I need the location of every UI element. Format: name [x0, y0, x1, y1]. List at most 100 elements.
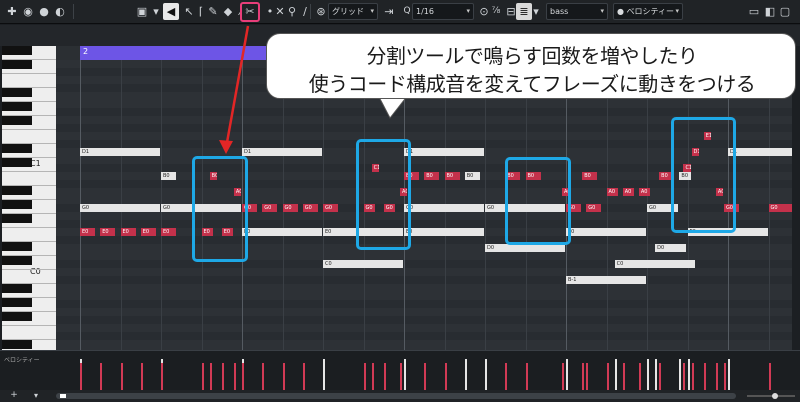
midi-note[interactable]: E0 [161, 228, 177, 236]
velocity-bar[interactable] [566, 359, 568, 391]
velocity-bar[interactable] [161, 363, 163, 391]
velocity-bar[interactable] [525, 363, 528, 391]
midi-note[interactable]: B0 [444, 172, 460, 180]
velocity-bar[interactable] [221, 363, 224, 391]
black-key[interactable] [2, 102, 32, 111]
velocity-bar[interactable] [561, 363, 564, 391]
midi-note[interactable]: G0 [768, 204, 792, 212]
midi-note[interactable]: E0 [100, 228, 116, 236]
velocity-bar[interactable] [100, 363, 103, 391]
velocity-bar[interactable] [383, 363, 386, 391]
black-key[interactable] [2, 200, 32, 209]
black-key[interactable] [2, 186, 32, 195]
horizontal-scrollbar[interactable] [56, 393, 736, 399]
black-key[interactable] [2, 284, 32, 293]
velocity-bar[interactable] [638, 363, 641, 391]
midi-note[interactable]: G0 [586, 204, 602, 212]
velocity-bar[interactable] [302, 363, 305, 391]
midi-note[interactable]: B0 [424, 172, 440, 180]
velocity-bar[interactable] [399, 363, 402, 391]
velocity-bar[interactable] [323, 359, 325, 391]
velocity-bar[interactable] [586, 363, 589, 391]
velocity-bar[interactable] [424, 363, 427, 391]
velocity-bar[interactable] [505, 363, 508, 391]
midi-note[interactable]: E0 [404, 228, 484, 236]
velocity-bar[interactable] [679, 359, 682, 391]
midi-note[interactable]: B0 [582, 172, 598, 180]
velocity-bar[interactable] [659, 363, 662, 391]
info-line-icon[interactable]: ▭ [746, 3, 762, 20]
velocity-bar[interactable] [242, 363, 244, 391]
midi-note[interactable]: G0 [323, 204, 339, 212]
velocity-bar[interactable] [703, 363, 706, 391]
black-key[interactable] [2, 60, 32, 69]
black-key[interactable] [2, 242, 32, 251]
window-layout-icon[interactable]: ▢ [777, 3, 793, 20]
midi-note[interactable]: C0 [614, 260, 695, 268]
midi-note[interactable]: G0 [80, 204, 160, 212]
velocity-bar[interactable] [262, 363, 265, 391]
black-key[interactable] [2, 214, 32, 223]
snap-type-icon[interactable]: ⇥ [381, 3, 397, 20]
white-key[interactable] [2, 172, 56, 186]
velocity-bar[interactable] [715, 363, 718, 391]
white-key[interactable] [2, 130, 56, 144]
midi-note[interactable]: A0 [638, 188, 651, 196]
velocity-bars[interactable] [56, 351, 792, 391]
quantize-select[interactable]: 1/16 ▾ [412, 3, 474, 20]
midi-note[interactable]: E0 [120, 228, 136, 236]
velocity-bar[interactable] [80, 363, 82, 391]
midi-note[interactable]: B-1 [566, 276, 646, 284]
midi-note[interactable]: G0 [262, 204, 278, 212]
velocity-bar[interactable] [233, 363, 236, 391]
velocity-bar[interactable] [120, 363, 123, 391]
midi-note[interactable]: A0 [622, 188, 634, 196]
black-key[interactable] [2, 298, 32, 307]
midi-note[interactable]: D0 [655, 244, 687, 252]
snap-icon[interactable]: ⊛ [313, 3, 329, 20]
velocity-bar[interactable] [282, 363, 285, 391]
piano-keyboard[interactable]: C1 C0 [2, 46, 56, 350]
velocity-bar[interactable] [691, 363, 694, 391]
velocity-bar[interactable] [683, 363, 686, 391]
velocity-bar[interactable] [606, 363, 609, 391]
record-icon[interactable]: ● [36, 3, 52, 20]
white-key[interactable] [2, 270, 56, 284]
velocity-bar[interactable] [464, 359, 467, 391]
white-key[interactable] [2, 228, 56, 242]
velocity-bar[interactable] [728, 359, 730, 391]
midi-note[interactable]: E0 [140, 228, 156, 236]
velocity-bar[interactable] [201, 363, 204, 391]
dropdown-arrow-icon[interactable]: ▾ [150, 3, 162, 20]
zoom-slider[interactable] [745, 392, 797, 400]
white-key[interactable] [2, 326, 56, 340]
midi-note[interactable]: C0 [323, 260, 403, 268]
midi-note[interactable]: E0 [242, 228, 322, 236]
velocity-bar[interactable] [622, 363, 625, 391]
black-key[interactable] [2, 312, 32, 321]
draw-tool-icon[interactable]: ✎ [205, 3, 221, 20]
left-zone-icon[interactable]: ◧ [762, 3, 778, 20]
lane-select[interactable]: ● ベロシティー ▾ [613, 3, 683, 20]
velocity-bar[interactable] [485, 359, 487, 391]
velocity-bar[interactable] [582, 363, 585, 391]
black-key[interactable] [2, 158, 32, 167]
velocity-bar[interactable] [723, 363, 726, 391]
add-lane-icon[interactable]: + [6, 387, 22, 402]
velocity-bar[interactable] [209, 363, 212, 391]
split-tool-icon[interactable]: ✂ [240, 2, 260, 22]
midi-note[interactable]: D0 [485, 244, 565, 252]
select-tool-icon[interactable]: ▣ [134, 3, 150, 20]
velocity-bar[interactable] [140, 363, 143, 391]
black-key[interactable] [2, 144, 32, 153]
velocity-bar[interactable] [444, 363, 447, 391]
snap-mode-select[interactable]: グリッド ▾ [328, 3, 378, 20]
velocity-bar[interactable] [363, 363, 366, 391]
midi-note[interactable]: G0 [302, 204, 318, 212]
pin-icon[interactable]: ✚ [4, 3, 20, 20]
velocity-bar[interactable] [614, 359, 617, 391]
color-dropdown-icon[interactable]: ▾ [530, 3, 542, 20]
midi-note[interactable]: A0 [606, 188, 618, 196]
midi-note[interactable]: G0 [282, 204, 298, 212]
velocity-bar[interactable] [687, 359, 690, 391]
